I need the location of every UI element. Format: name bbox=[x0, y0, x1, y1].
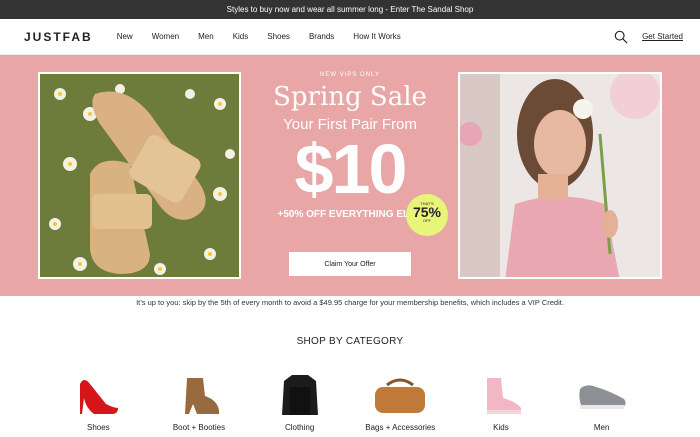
menu-item-shoes[interactable]: Shoes bbox=[267, 32, 290, 41]
main-menu: New Women Men Kids Shoes Brands How It W… bbox=[117, 32, 614, 41]
shop-by-category-heading: SHOP BY CATEGORY bbox=[296, 336, 404, 347]
badge-value: 75% bbox=[412, 204, 442, 220]
menu-item-new[interactable]: New bbox=[117, 32, 133, 41]
category-men[interactable]: Men bbox=[557, 372, 647, 432]
sandals-photo bbox=[40, 74, 239, 277]
category-label[interactable]: Men bbox=[557, 423, 647, 432]
membership-notice: It’s up to you: skip by the 5th of every… bbox=[136, 298, 564, 307]
model-photo bbox=[460, 74, 660, 277]
hero-price: $10 bbox=[294, 130, 408, 208]
red-heel-image[interactable] bbox=[53, 372, 143, 418]
mens-shoe-image[interactable] bbox=[557, 372, 647, 418]
hero-title: Spring Sale bbox=[273, 82, 427, 112]
vips-label: NEW VIPS ONLY bbox=[320, 72, 380, 78]
menu-item-brands[interactable]: Brands bbox=[309, 32, 334, 41]
category-shoes[interactable]: Shoes bbox=[53, 372, 143, 432]
category-label[interactable]: Bags + Accessories bbox=[355, 423, 445, 432]
promo-banner[interactable]: Styles to buy now and wear all summer lo… bbox=[0, 0, 700, 19]
bag-image[interactable] bbox=[355, 372, 445, 418]
sandals-image[interactable] bbox=[38, 72, 241, 279]
model-image[interactable] bbox=[458, 72, 662, 279]
logo[interactable]: JUSTFAB bbox=[24, 30, 93, 44]
category-boot-booties[interactable]: Boot + Booties bbox=[154, 372, 244, 432]
jacket-image[interactable] bbox=[255, 372, 345, 418]
category-kids[interactable]: Kids bbox=[456, 372, 546, 432]
hero-banner: NEW VIPS ONLY Spring Sale Your First Pai… bbox=[0, 55, 700, 296]
menu-item-women[interactable]: Women bbox=[152, 32, 179, 41]
menu-item-men[interactable]: Men bbox=[198, 32, 214, 41]
kids-boot-image[interactable] bbox=[456, 372, 546, 418]
bootie-image[interactable] bbox=[154, 372, 244, 418]
category-label[interactable]: Boot + Booties bbox=[154, 423, 244, 432]
menu-item-kids[interactable]: Kids bbox=[233, 32, 249, 41]
search-icon[interactable] bbox=[614, 30, 628, 44]
discount-badge: THAT'S 75% OFF bbox=[406, 194, 448, 236]
promo-banner-text[interactable]: Styles to buy now and wear all summer lo… bbox=[227, 5, 474, 14]
category-bags-accessories[interactable]: Bags + Accessories bbox=[355, 372, 445, 432]
menu-item-how-it-works[interactable]: How It Works bbox=[353, 32, 400, 41]
category-label[interactable]: Shoes bbox=[53, 423, 143, 432]
get-started-link[interactable]: Get Started bbox=[642, 32, 683, 41]
category-label[interactable]: Clothing bbox=[255, 423, 345, 432]
claim-offer-button[interactable]: Claim Your Offer bbox=[289, 252, 411, 276]
category-label[interactable]: Kids bbox=[456, 423, 546, 432]
category-list: Shoes Boot + Booties Clothing Bags + Acc… bbox=[0, 372, 700, 432]
header: JUSTFAB New Women Men Kids Shoes Brands … bbox=[0, 19, 700, 55]
category-clothing[interactable]: Clothing bbox=[255, 372, 345, 432]
